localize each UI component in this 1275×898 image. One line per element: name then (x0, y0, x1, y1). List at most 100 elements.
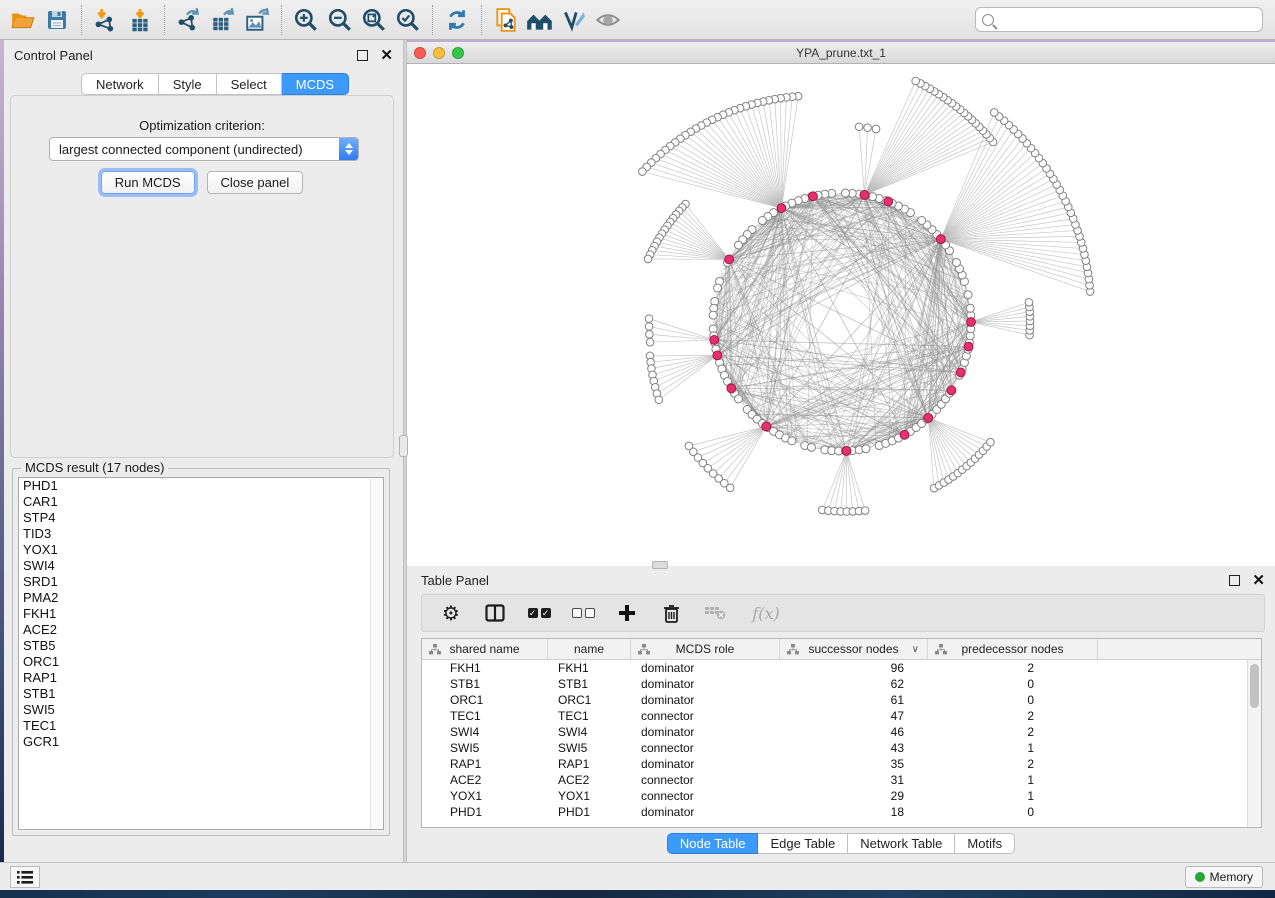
delete-button[interactable] (658, 599, 684, 627)
table-cell: PHD1 (422, 805, 548, 819)
network-from-selection-button[interactable] (489, 3, 523, 37)
table-row[interactable]: SWI4SWI4dominator462 (422, 724, 1247, 740)
mcds-result-item[interactable]: PMA2 (19, 590, 383, 606)
vertical-splitter-grip[interactable] (399, 435, 408, 457)
open-file-button[interactable] (6, 3, 40, 37)
search-field[interactable] (975, 7, 1263, 32)
mcds-result-item[interactable]: GCR1 (19, 734, 383, 750)
list-scrollbar[interactable] (370, 478, 383, 829)
zoom-in-button[interactable] (289, 3, 323, 37)
mcds-result-item[interactable]: CAR1 (19, 494, 383, 510)
table-scrollbar-thumb[interactable] (1250, 664, 1259, 708)
table-settings-button[interactable]: ⚙ (438, 599, 464, 627)
deselect-all-button[interactable] (570, 599, 596, 627)
table-cell: 61 (780, 693, 928, 707)
column-header-name[interactable]: name (548, 639, 631, 659)
import-table-button[interactable] (123, 3, 157, 37)
tab-mcds[interactable]: MCDS (282, 73, 349, 95)
zoom-out-button[interactable] (323, 3, 357, 37)
network-window-title: YPA_prune.txt_1 (407, 46, 1275, 60)
tab-select[interactable]: Select (217, 73, 282, 95)
close-panel-icon[interactable]: ✕ (380, 50, 393, 61)
mcds-result-item[interactable]: RAP1 (19, 670, 383, 686)
toolbar-separator (432, 5, 433, 35)
criterion-dropdown[interactable]: largest connected component (undirected) (49, 137, 359, 161)
column-header-mcds-role[interactable]: MCDS role (631, 639, 780, 659)
table-cell: dominator (631, 677, 780, 691)
toolbar-separator (81, 5, 82, 35)
import-network-button[interactable] (89, 3, 123, 37)
zoom-selected-button[interactable] (391, 3, 425, 37)
mcds-result-item[interactable]: STP4 (19, 510, 383, 526)
split-panel-button[interactable] (482, 599, 508, 627)
tab-network[interactable]: Network (81, 73, 159, 95)
mcds-result-item[interactable]: TEC1 (19, 718, 383, 734)
table-row[interactable]: ORC1ORC1dominator610 (422, 692, 1247, 708)
search-input[interactable] (998, 12, 1262, 27)
table-cell: FKH1 (422, 661, 548, 675)
float-table-panel-icon[interactable] (1229, 575, 1240, 586)
tab-edge-table[interactable]: Edge Table (758, 833, 848, 854)
table-row[interactable]: STB1STB1dominator620 (422, 676, 1247, 692)
table-row[interactable]: YOX1YOX1connector291 (422, 788, 1247, 804)
export-table-icon (210, 7, 236, 33)
eye-button[interactable] (591, 3, 625, 37)
tab-node-table[interactable]: Node Table (667, 833, 759, 854)
export-network-button[interactable] (172, 3, 206, 37)
table-row[interactable]: PHD1PHD1dominator180 (422, 804, 1247, 820)
table-row[interactable]: RAP1RAP1dominator352 (422, 756, 1247, 772)
export-table-button[interactable] (206, 3, 240, 37)
column-header-predecessor-nodes[interactable]: predecessor nodes (928, 639, 1098, 659)
table-row[interactable]: TEC1TEC1connector472 (422, 708, 1247, 724)
table-cell: 29 (780, 789, 928, 803)
refresh-button[interactable] (440, 3, 474, 37)
save-session-button[interactable] (40, 3, 74, 37)
mcds-result-item[interactable]: SWI4 (19, 558, 383, 574)
tab-motifs[interactable]: Motifs (955, 833, 1015, 854)
add-column-button[interactable] (614, 599, 640, 627)
network-canvas[interactable] (407, 64, 1275, 565)
table-row[interactable]: ACE2ACE2connector311 (422, 772, 1247, 788)
column-header-successor-nodes[interactable]: successor nodes ∨ (780, 639, 928, 659)
table-cell: 43 (780, 741, 928, 755)
table-cell: STB1 (548, 677, 631, 691)
close-panel-button[interactable]: Close panel (207, 171, 304, 194)
zoom-fit-button[interactable] (357, 3, 391, 37)
neighbors-button[interactable] (523, 3, 557, 37)
mcds-result-item[interactable]: TID3 (19, 526, 383, 542)
table-toolbar: ⚙ ✓✓ (421, 594, 1265, 632)
hierarchy-icon (429, 644, 441, 655)
mcds-result-item[interactable]: STB1 (19, 686, 383, 702)
select-all-button[interactable]: ✓✓ (526, 599, 552, 627)
export-image-button[interactable] (240, 3, 274, 37)
tab-network-table[interactable]: Network Table (848, 833, 955, 854)
table-cell: YOX1 (548, 789, 631, 803)
mcds-result-item[interactable]: ORC1 (19, 654, 383, 670)
open-file-icon (10, 7, 36, 33)
annotation-button[interactable] (557, 3, 591, 37)
mcds-result-item[interactable]: ACE2 (19, 622, 383, 638)
tab-style[interactable]: Style (159, 73, 217, 95)
network-window-titlebar[interactable]: YPA_prune.txt_1 (407, 42, 1275, 64)
run-mcds-button[interactable]: Run MCDS (101, 171, 195, 194)
mcds-result-item[interactable]: STB5 (19, 638, 383, 654)
table-cell: 0 (928, 693, 1098, 707)
mcds-result-list[interactable]: PHD1CAR1STP4TID3YOX1SWI4SRD1PMA2FKH1ACE2… (18, 477, 384, 830)
close-table-panel-icon[interactable]: ✕ (1252, 575, 1265, 586)
mcds-result-item[interactable]: PHD1 (19, 478, 383, 494)
table-scrollbar[interactable] (1247, 660, 1261, 827)
network-canvas-wrap (407, 64, 1275, 565)
horizontal-splitter-grip[interactable] (652, 561, 668, 569)
column-header-shared-name[interactable]: shared name (422, 639, 548, 659)
desktop-wallpaper-strip (0, 890, 1275, 898)
table-row[interactable]: SWI5SWI5connector431 (422, 740, 1247, 756)
memory-button[interactable]: Memory (1185, 866, 1263, 888)
mcds-result-item[interactable]: SRD1 (19, 574, 383, 590)
log-console-button[interactable] (10, 866, 40, 888)
mcds-result-item[interactable]: FKH1 (19, 606, 383, 622)
float-panel-icon[interactable] (357, 50, 368, 61)
memory-label: Memory (1210, 870, 1253, 884)
mcds-result-item[interactable]: YOX1 (19, 542, 383, 558)
table-row[interactable]: FKH1FKH1dominator962 (422, 660, 1247, 676)
mcds-result-item[interactable]: SWI5 (19, 702, 383, 718)
